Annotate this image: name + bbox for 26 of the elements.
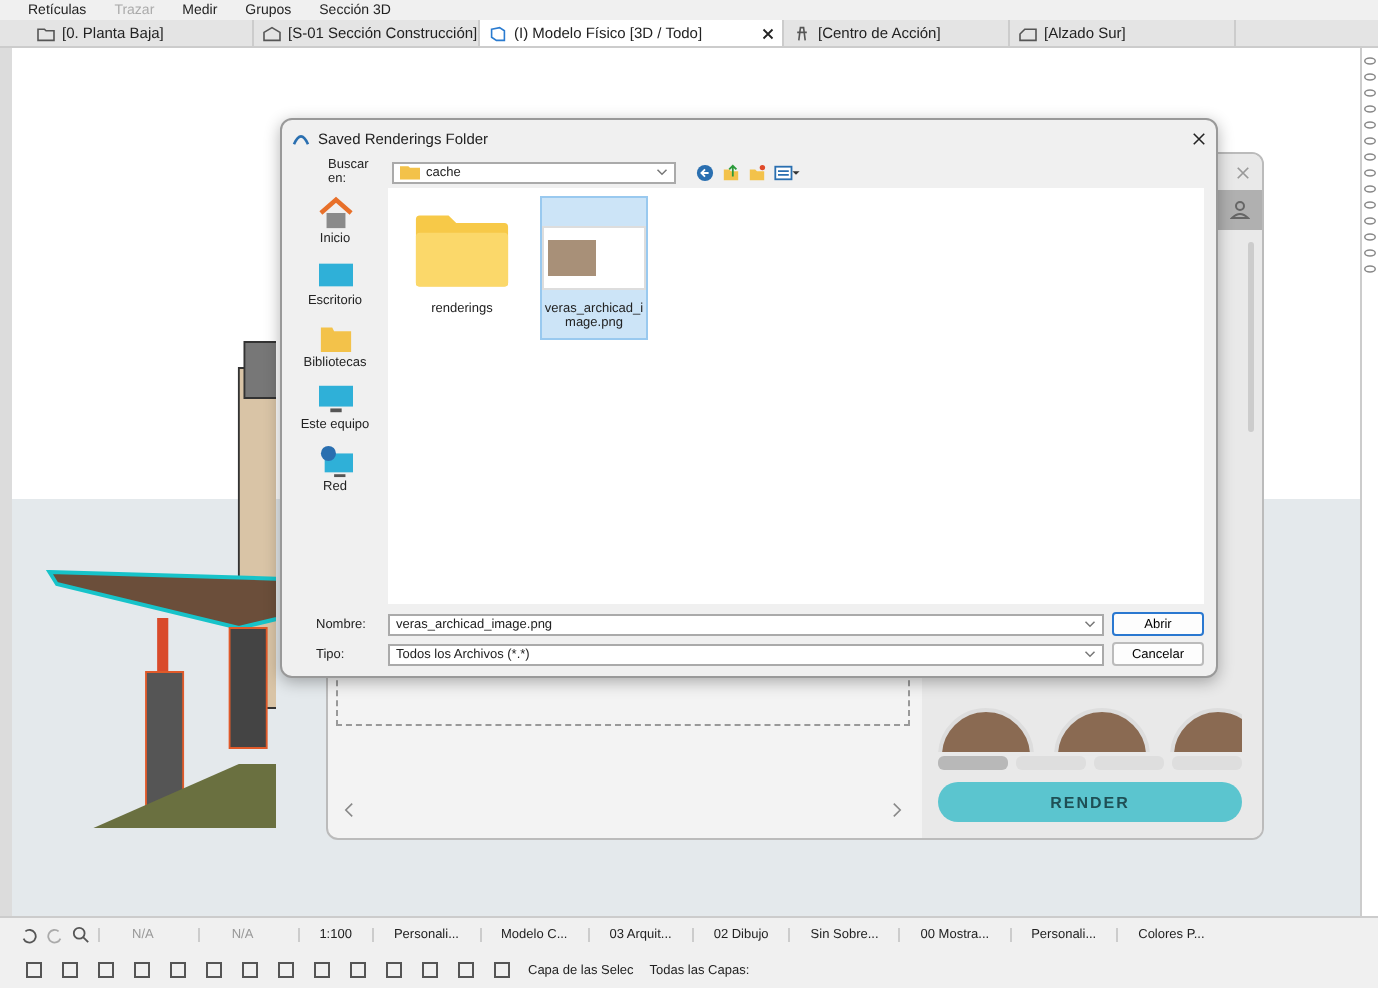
close-icon[interactable]: [762, 27, 774, 39]
caret-icon: [1084, 620, 1096, 628]
app-logo-icon: [292, 131, 310, 145]
view-menu-icon[interactable]: [774, 163, 800, 181]
caret-icon: [1084, 650, 1096, 658]
tower-icon: [792, 25, 812, 41]
zoom-icon[interactable]: [72, 926, 90, 944]
folder-icon: [400, 164, 420, 180]
chevron-right-icon[interactable]: [892, 802, 902, 818]
caret-icon: [656, 168, 668, 176]
image-thumbnail: [542, 226, 646, 290]
user-icon[interactable]: [1230, 200, 1250, 220]
folder-icon: [414, 210, 510, 290]
close-icon[interactable]: [1192, 131, 1206, 145]
cube-icon: [488, 25, 508, 41]
back-arrow-icon[interactable]: [696, 163, 714, 181]
up-folder-icon[interactable]: [722, 163, 740, 181]
redo-icon[interactable]: [46, 926, 64, 944]
monitor-icon: [315, 258, 355, 292]
globe-monitor-icon: [315, 444, 355, 478]
house-icon: [315, 196, 355, 230]
new-folder-icon[interactable]: [748, 163, 766, 181]
undo-icon[interactable]: [20, 926, 38, 944]
monitor-icon: [315, 382, 355, 416]
render-button[interactable]: RENDER: [938, 782, 1242, 822]
chevron-left-icon[interactable]: [344, 802, 354, 818]
